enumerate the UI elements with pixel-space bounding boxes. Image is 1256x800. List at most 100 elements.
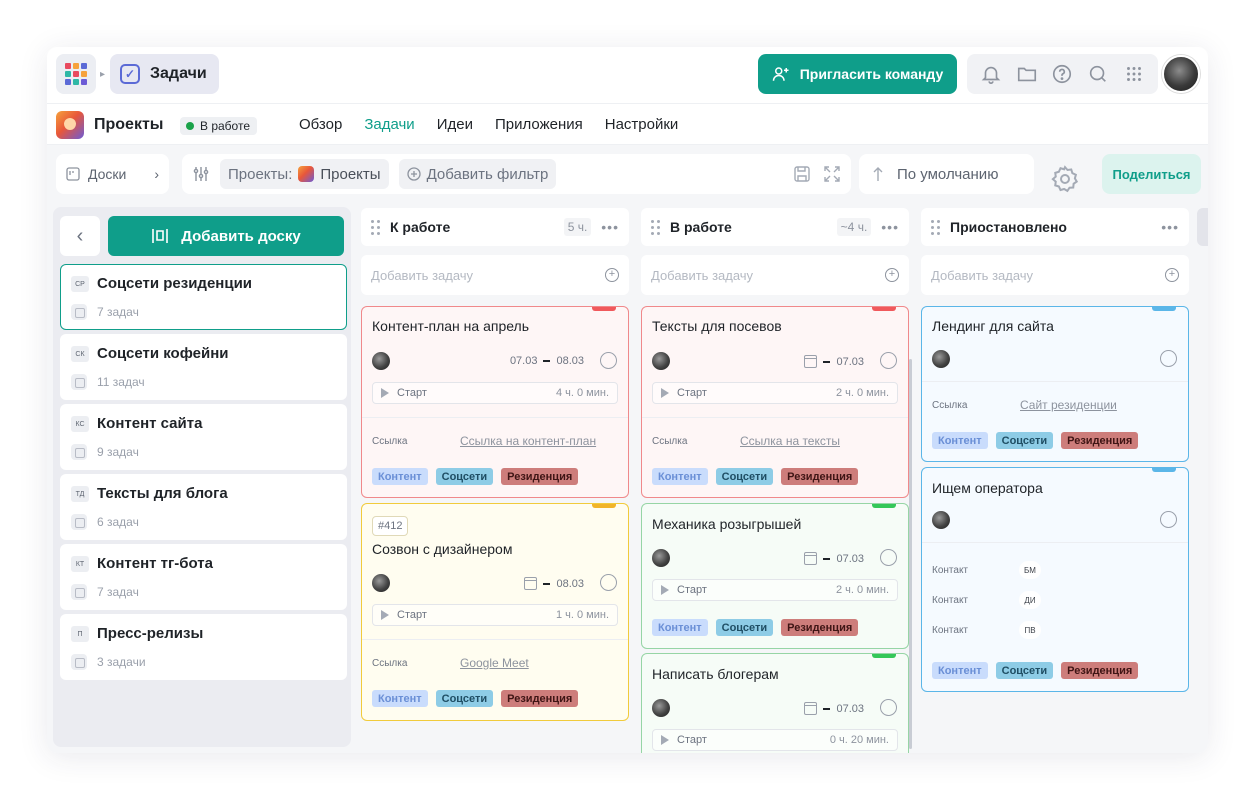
add-board-button[interactable]: Добавить доску — [108, 216, 344, 256]
assignee-avatar[interactable] — [652, 699, 670, 717]
task-dates[interactable]: 07.03 — [804, 355, 864, 368]
tag[interactable]: Резиденция — [501, 690, 579, 707]
collapse-sidebar-button[interactable]: ‹ — [60, 216, 100, 256]
timer-button[interactable]: Старт 0 ч. 20 мин. — [652, 729, 898, 751]
drag-handle-icon[interactable] — [371, 219, 380, 235]
timer-button[interactable]: Старт 2 ч. 0 мин. — [652, 579, 898, 601]
tag[interactable]: Контент — [372, 468, 428, 485]
task-dates[interactable]: 08.03 — [524, 577, 584, 590]
tag[interactable]: Резиденция — [781, 619, 859, 636]
column-scrollbar[interactable] — [909, 359, 912, 749]
add-task-input[interactable]: Добавить задачу + — [641, 255, 909, 295]
help-icon[interactable] — [1051, 63, 1073, 85]
contact-avatar[interactable]: ПВ — [1019, 621, 1041, 639]
drag-handle-icon[interactable] — [651, 219, 660, 235]
more-icon[interactable]: ••• — [1161, 219, 1179, 235]
more-icon[interactable]: ••• — [881, 219, 899, 235]
timer-button[interactable]: Старт 2 ч. 0 мин. — [652, 382, 898, 404]
assignee-avatar[interactable] — [932, 511, 950, 529]
field-link[interactable]: Ссылка на контент-план — [460, 434, 596, 448]
apps-menu-button[interactable] — [56, 54, 96, 94]
task-card[interactable]: Написать блогерам 07.03 Старт 0 ч. 20 ми… — [641, 653, 909, 753]
timer-button[interactable]: Старт 1 ч. 0 мин. — [372, 604, 618, 626]
assignee-avatar[interactable] — [652, 352, 670, 370]
plus-circle-icon[interactable]: + — [605, 268, 619, 282]
complete-checkbox[interactable] — [1160, 511, 1177, 528]
gear-icon[interactable] — [1050, 164, 1080, 194]
tag[interactable]: Соцсети — [995, 432, 1054, 449]
tag[interactable]: Контент — [932, 662, 988, 679]
plus-circle-icon[interactable]: + — [885, 268, 899, 282]
task-card[interactable]: Механика розыгрышей 07.03 Старт 2 ч. 0 м… — [641, 503, 909, 649]
tag[interactable]: Контент — [932, 432, 988, 449]
assignee-avatar[interactable] — [372, 574, 390, 592]
share-button[interactable]: Поделиться — [1102, 154, 1201, 194]
field-link[interactable]: Google Meet — [460, 656, 529, 670]
add-task-input[interactable]: Добавить задачу + — [921, 255, 1189, 295]
board-item[interactable]: КТ Контент тг-бота 7 задач — [60, 544, 347, 610]
task-dates[interactable]: 07.03 — [804, 552, 864, 565]
tag[interactable]: Резиденция — [781, 468, 859, 485]
tag[interactable]: Контент — [652, 619, 708, 636]
save-icon[interactable] — [793, 165, 811, 183]
tag[interactable]: Соцсети — [715, 468, 774, 485]
tab-settings[interactable]: Настройки — [605, 116, 679, 133]
bell-icon[interactable] — [980, 63, 1002, 85]
tab-overview[interactable]: Обзор — [299, 116, 342, 133]
task-dates[interactable]: 07.03 08.03 — [510, 355, 584, 367]
contact-avatar[interactable]: ДИ — [1019, 591, 1041, 609]
board-item[interactable]: СР Соцсети резиденции 7 задач — [60, 264, 347, 330]
plus-circle-icon[interactable]: + — [1165, 268, 1179, 282]
expand-icon[interactable] — [823, 165, 841, 183]
task-card[interactable]: Лендинг для сайта Ссылка Сайт резиденции… — [921, 306, 1189, 462]
complete-checkbox[interactable] — [880, 352, 897, 369]
search-icon[interactable] — [1087, 63, 1109, 85]
add-filter-button[interactable]: Добавить фильтр — [398, 159, 557, 189]
user-avatar[interactable] — [1162, 55, 1200, 93]
tag[interactable]: Резиденция — [1061, 662, 1139, 679]
complete-checkbox[interactable] — [600, 352, 617, 369]
task-card[interactable]: Ищем оператора Контакт БМ Контакт ДИ Кон… — [921, 467, 1189, 692]
assignee-avatar[interactable] — [372, 352, 390, 370]
task-card[interactable]: Контент-план на апрель 07.03 08.03 Старт… — [361, 306, 629, 498]
board-item[interactable]: КС Контент сайта 9 задач — [60, 404, 347, 470]
tag[interactable]: Соцсети — [995, 662, 1054, 679]
assignee-avatar[interactable] — [652, 549, 670, 567]
tag[interactable]: Соцсети — [435, 468, 494, 485]
sort-select[interactable]: По умолчанию — [859, 154, 1034, 194]
field-link[interactable]: Ссылка на тексты — [740, 434, 840, 448]
board-item[interactable]: П Пресс-релизы 3 задачи — [60, 614, 347, 680]
task-card[interactable]: Тексты для посевов 07.03 Старт 2 ч. 0 ми… — [641, 306, 909, 498]
boards-toggle[interactable]: Доски › — [56, 154, 169, 194]
project-filter-chip[interactable]: Проекты: Проекты — [220, 159, 389, 189]
board-item[interactable]: СК Соцсети кофейни 11 задач — [60, 334, 347, 400]
invite-team-button[interactable]: Пригласить команду — [758, 54, 957, 94]
tag[interactable]: Резиденция — [1061, 432, 1139, 449]
contact-avatar[interactable]: БМ — [1019, 561, 1041, 579]
status-badge[interactable]: В работе — [180, 117, 258, 135]
tag[interactable]: Контент — [652, 468, 708, 485]
drag-handle-icon[interactable] — [931, 219, 940, 235]
breadcrumb[interactable]: ✓ Задачи — [110, 54, 219, 94]
tab-tasks[interactable]: Задачи — [364, 116, 414, 133]
tag[interactable]: Соцсети — [715, 619, 774, 636]
tag[interactable]: Соцсети — [435, 690, 494, 707]
complete-checkbox[interactable] — [880, 549, 897, 566]
more-icon[interactable]: ••• — [601, 219, 619, 235]
task-card[interactable]: #412 Созвон с дизайнером 08.03 Старт 1 ч… — [361, 503, 629, 721]
timer-button[interactable]: Старт 4 ч. 0 мин. — [372, 382, 618, 404]
board-item[interactable]: ТД Тексты для блога 6 задач — [60, 474, 347, 540]
tag[interactable]: Резиденция — [501, 468, 579, 485]
complete-checkbox[interactable] — [880, 699, 897, 716]
tab-ideas[interactable]: Идеи — [437, 116, 473, 133]
apps-dots-icon[interactable] — [1123, 63, 1145, 85]
folder-icon[interactable] — [1016, 63, 1038, 85]
complete-checkbox[interactable] — [1160, 350, 1177, 367]
tab-apps[interactable]: Приложения — [495, 116, 583, 133]
field-link[interactable]: Сайт резиденции — [1020, 398, 1117, 412]
sliders-icon[interactable] — [192, 165, 210, 183]
add-task-input[interactable]: Добавить задачу + — [361, 255, 629, 295]
tag[interactable]: Контент — [372, 690, 428, 707]
complete-checkbox[interactable] — [600, 574, 617, 591]
assignee-avatar[interactable] — [932, 350, 950, 368]
